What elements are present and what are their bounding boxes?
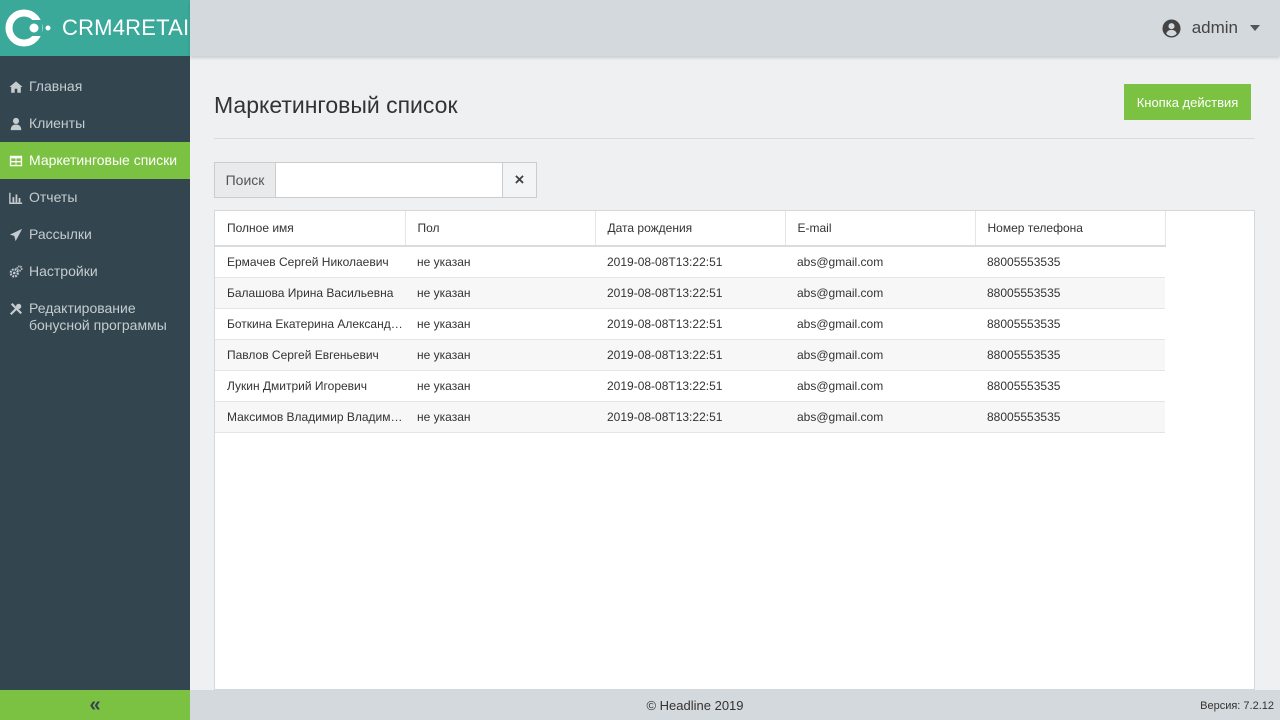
cell-email: abs@gmail.com — [797, 347, 884, 362]
cell-full-name: Боткина Екатерина Александр... — [227, 316, 405, 331]
user-icon — [8, 115, 24, 132]
sidebar-item-home[interactable]: Главная — [0, 68, 190, 105]
bar-chart-icon — [8, 189, 24, 206]
paper-plane-icon — [8, 226, 24, 243]
page-title: Маркетинговый список — [214, 92, 458, 118]
column-header-full-name[interactable]: Полное имя — [215, 211, 406, 246]
table-row[interactable]: Максимов Владимир Владими... не указан 2… — [215, 401, 1165, 432]
user-circle-icon — [1162, 18, 1181, 38]
cell-phone: 88005553535 — [987, 254, 1061, 269]
tools-icon — [8, 300, 24, 317]
table-row[interactable]: Ермачев Сергей Николаевич не указан 2019… — [215, 246, 1165, 277]
sidebar-item-label: Отчеты — [29, 189, 78, 205]
sidebar: CRM4RETAIL Главная Клиенты Маркетинговые… — [0, 0, 202, 720]
table-row[interactable]: Павлов Сергей Евгеньевич не указан 2019-… — [215, 339, 1165, 370]
cell-email: abs@gmail.com — [797, 254, 884, 269]
cell-birth-date: 2019-08-08T13:22:51 — [607, 254, 723, 269]
column-header-phone[interactable]: Номер телефона — [975, 211, 1166, 246]
column-header-email[interactable]: E-mail — [785, 211, 976, 246]
topbar: admin — [190, 0, 1280, 56]
cell-birth-date: 2019-08-08T13:22:51 — [607, 409, 723, 424]
sidebar-item-mailings[interactable]: Рассылки — [0, 216, 190, 253]
cell-email: abs@gmail.com — [797, 378, 884, 393]
sidebar-item-settings[interactable]: Настройки — [0, 253, 190, 290]
cell-birth-date: 2019-08-08T13:22:51 — [607, 347, 723, 362]
data-table: Полное имя Пол Дата рождения E-mail Номе… — [214, 210, 1255, 690]
sidebar-nav: Главная Клиенты Маркетинговые списки Отч… — [0, 68, 190, 344]
table-header-row: Полное имя Пол Дата рождения E-mail Номе… — [215, 211, 1166, 246]
gears-icon — [8, 263, 24, 280]
collapse-sidebar-button[interactable]: « — [0, 690, 190, 720]
sidebar-item-reports[interactable]: Отчеты — [0, 179, 190, 216]
cell-email: abs@gmail.com — [797, 285, 884, 300]
version-label: Версия: 7.2.12 — [1200, 700, 1274, 712]
cell-gender: не указан — [417, 316, 471, 331]
cell-email: abs@gmail.com — [797, 316, 884, 331]
table-row[interactable]: Балашова Ирина Васильевна не указан 2019… — [215, 277, 1165, 308]
cell-birth-date: 2019-08-08T13:22:51 — [607, 285, 723, 300]
sidebar-item-clients[interactable]: Клиенты — [0, 105, 190, 142]
logo[interactable]: CRM4RETAIL — [0, 0, 202, 56]
user-menu[interactable]: admin — [1162, 18, 1260, 38]
cell-full-name: Максимов Владимир Владими... — [227, 409, 405, 424]
cell-gender: не указан — [417, 409, 471, 424]
cell-birth-date: 2019-08-08T13:22:51 — [607, 378, 723, 393]
sidebar-item-label: Главная — [29, 78, 83, 94]
action-button[interactable]: Кнопка действия — [1124, 84, 1251, 120]
cell-gender: не указан — [417, 285, 471, 300]
sidebar-item-label: Рассылки — [29, 226, 92, 242]
table-icon — [8, 152, 24, 169]
search-input[interactable] — [275, 162, 503, 198]
cell-gender: не указан — [417, 254, 471, 269]
cell-phone: 88005553535 — [987, 409, 1061, 424]
cell-full-name: Ермачев Сергей Николаевич — [227, 254, 389, 269]
cell-gender: не указан — [417, 378, 471, 393]
sidebar-item-label: Клиенты — [29, 115, 86, 131]
user-name: admin — [1191, 18, 1238, 37]
brand-name: CRM4RETAIL — [62, 15, 202, 40]
cell-phone: 88005553535 — [987, 316, 1061, 331]
cell-gender: не указан — [417, 347, 471, 362]
table-row[interactable]: Лукин Дмитрий Игоревич не указан 2019-08… — [215, 370, 1165, 401]
footer: © Headline 2019 Версия: 7.2.12 — [190, 690, 1280, 720]
cell-full-name: Павлов Сергей Евгеньевич — [227, 347, 379, 362]
cell-email: abs@gmail.com — [797, 409, 884, 424]
cell-full-name: Лукин Дмитрий Игоревич — [227, 378, 368, 393]
cell-full-name: Балашова Ирина Васильевна — [227, 285, 394, 300]
sidebar-item-bonus-program[interactable]: Редактирование бонусной программы — [0, 290, 190, 344]
cell-phone: 88005553535 — [987, 378, 1061, 393]
copyright: © Headline 2019 — [646, 698, 744, 713]
home-icon — [8, 78, 24, 95]
clear-search-button[interactable]: × — [503, 162, 537, 198]
logo-icon — [4, 8, 58, 48]
sidebar-item-label: Редактирование бонусной программы — [29, 300, 167, 333]
cell-phone: 88005553535 — [987, 347, 1061, 362]
divider — [214, 138, 1255, 139]
table-row[interactable]: Боткина Екатерина Александр... не указан… — [215, 308, 1165, 339]
search-group: Поиск × — [214, 162, 537, 198]
double-chevron-left-icon: « — [89, 693, 101, 716]
cell-birth-date: 2019-08-08T13:22:51 — [607, 316, 723, 331]
sidebar-item-label: Настройки — [29, 263, 98, 279]
caret-down-icon — [1250, 25, 1260, 31]
column-header-gender[interactable]: Пол — [405, 211, 596, 246]
column-header-birth-date[interactable]: Дата рождения — [595, 211, 786, 246]
sidebar-item-label: Маркетинговые списки — [29, 152, 178, 168]
cell-phone: 88005553535 — [987, 285, 1061, 300]
search-label: Поиск — [214, 162, 275, 198]
sidebar-item-marketing-lists[interactable]: Маркетинговые списки — [0, 142, 190, 179]
main-content: Маркетинговый список Кнопка действия Пои… — [190, 56, 1280, 690]
